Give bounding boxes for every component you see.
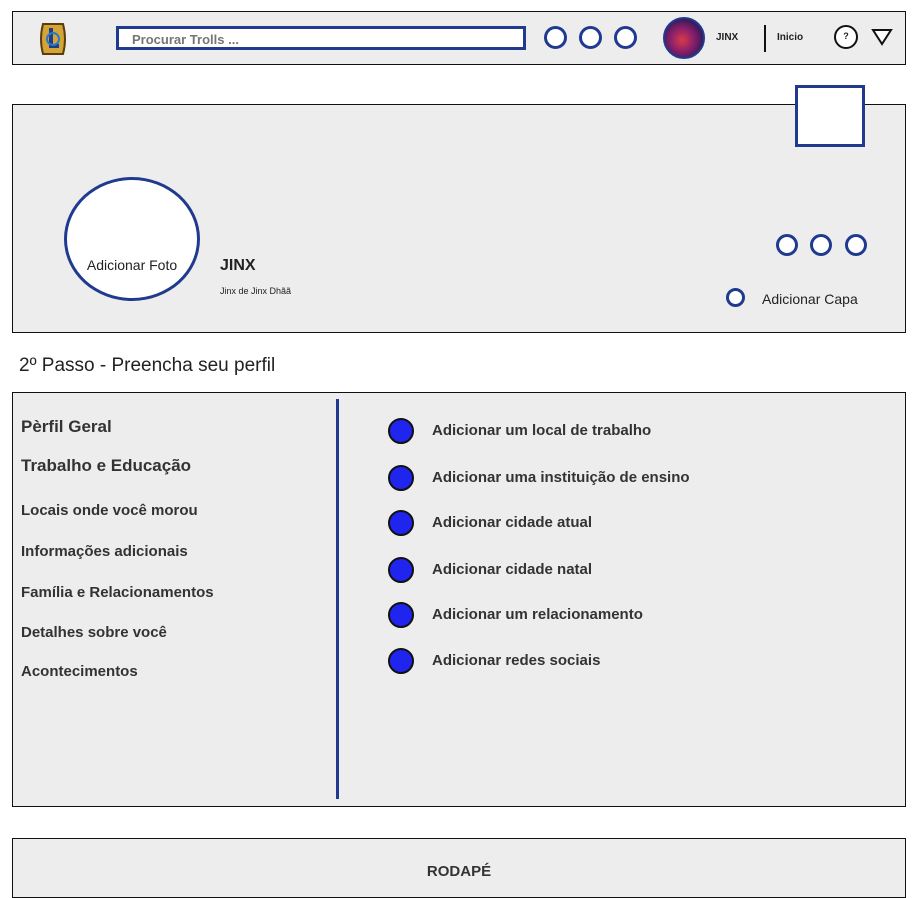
notification-icon-3[interactable]	[614, 26, 637, 49]
top-navbar: JINX Inicio ?	[12, 11, 906, 65]
add-school-bullet-icon[interactable]	[388, 465, 414, 491]
profile-name: JINX	[220, 257, 256, 274]
add-current-city-link[interactable]: Adicionar cidade atual	[432, 514, 592, 531]
search-input[interactable]	[116, 26, 526, 50]
add-social-networks-bullet-icon[interactable]	[388, 648, 414, 674]
sidebar-item-general-profile[interactable]: Pèrfil Geral	[21, 417, 112, 437]
notification-icon-1[interactable]	[544, 26, 567, 49]
chevron-down-icon[interactable]	[871, 27, 893, 47]
avatar[interactable]	[663, 17, 705, 59]
add-relationship-link[interactable]: Adicionar um relacionamento	[432, 606, 643, 623]
options-icon-2[interactable]	[810, 234, 832, 256]
footer-label: RODAPÉ	[426, 863, 492, 880]
add-social-networks-link[interactable]: Adicionar redes sociais	[432, 652, 600, 669]
add-workplace-bullet-icon[interactable]	[388, 418, 414, 444]
league-logo-icon[interactable]	[35, 20, 71, 58]
page-title: 2º Passo - Preencha seu perfil	[19, 355, 276, 376]
sidebar-item-additional-info[interactable]: Informações adicionais	[21, 543, 188, 560]
footer: RODAPÉ	[12, 838, 906, 898]
sidebar-item-family-relationships[interactable]: Família e Relacionamentos	[21, 584, 214, 601]
add-hometown-link[interactable]: Adicionar cidade natal	[432, 561, 592, 578]
sidebar-item-places-lived[interactable]: Locais onde você morou	[21, 502, 198, 519]
add-photo-label: Adicionar Foto	[86, 257, 178, 273]
username-link[interactable]: JINX	[716, 32, 738, 43]
add-photo-button[interactable]: Adicionar Foto	[64, 177, 200, 301]
add-workplace-link[interactable]: Adicionar um local de trabalho	[432, 422, 651, 439]
add-relationship-bullet-icon[interactable]	[388, 602, 414, 628]
home-link[interactable]: Inicio	[777, 32, 803, 43]
profile-form-panel: Pèrfil Geral Trabalho e Educação Locais …	[12, 392, 906, 807]
profile-subtitle: Jinx de Jinx Dhãã	[220, 286, 292, 296]
cover-thumbnail[interactable]	[795, 85, 865, 147]
add-current-city-bullet-icon[interactable]	[388, 510, 414, 536]
profile-cover: Adicionar Foto JINX Jinx de Jinx Dhãã Ad…	[12, 85, 906, 333]
notification-icon-2[interactable]	[579, 26, 602, 49]
sidebar-item-work-education[interactable]: Trabalho e Educação	[21, 456, 191, 476]
sidebar-item-details-about-you[interactable]: Detalhes sobre você	[21, 624, 167, 641]
divider	[764, 25, 766, 52]
panel-divider	[336, 399, 339, 799]
add-school-link[interactable]: Adicionar uma instituição de ensino	[432, 469, 690, 486]
add-cover-button[interactable]: Adicionar Capa	[762, 291, 858, 307]
sidebar-item-life-events[interactable]: Acontecimentos	[21, 663, 138, 680]
add-cover-icon[interactable]	[726, 288, 745, 307]
options-icon-1[interactable]	[776, 234, 798, 256]
options-icon-3[interactable]	[845, 234, 867, 256]
add-hometown-bullet-icon[interactable]	[388, 557, 414, 583]
help-icon[interactable]: ?	[834, 25, 858, 49]
